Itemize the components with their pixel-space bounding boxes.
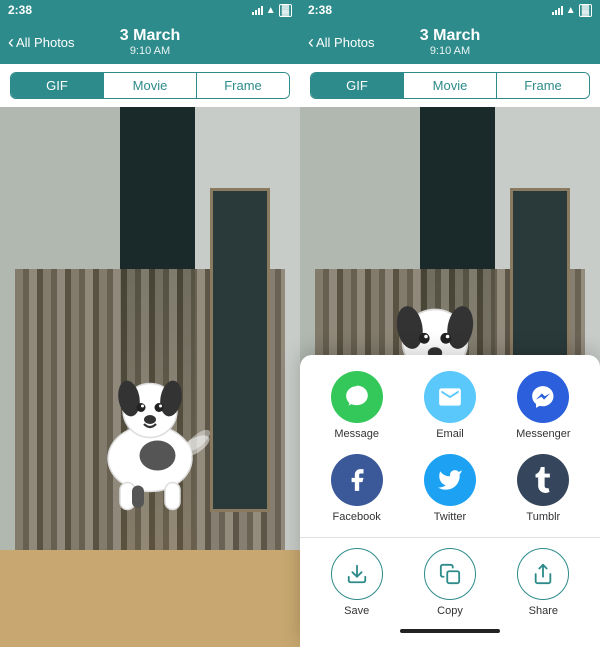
save-label: Save xyxy=(344,605,369,617)
twitter-icon xyxy=(424,454,476,506)
wifi-icon: ▲ xyxy=(266,5,276,16)
left-nav-bar: ‹ All Photos 3 March 9:10 AM xyxy=(0,20,300,64)
share-sheet: Message Email Messenger xyxy=(300,355,600,647)
email-icon xyxy=(424,371,476,423)
right-back-label: All Photos xyxy=(316,35,375,50)
twitter-label: Twitter xyxy=(434,511,466,523)
message-share-item[interactable]: Message xyxy=(319,371,394,440)
right-panel: 2:38 ▲ ▓ ‹ All Photos 3 March 9:10 AM GI… xyxy=(300,0,600,647)
message-label: Message xyxy=(334,428,379,440)
home-indicator xyxy=(400,629,500,633)
right-gif-tab[interactable]: GIF xyxy=(311,73,404,98)
left-frame-tab[interactable]: Frame xyxy=(197,73,289,98)
left-panel: 2:38 ▲ ▓ ‹ All Photos 3 March 9:10 AM GI… xyxy=(0,0,300,647)
left-status-bar: 2:38 ▲ ▓ xyxy=(0,0,300,20)
share-label: Share xyxy=(529,605,558,617)
tumblr-label: Tumblr xyxy=(526,511,560,523)
battery-icon: ▓ xyxy=(279,4,292,17)
left-segment-control: GIF Movie Frame xyxy=(10,72,290,99)
right-subtitle: 9:10 AM xyxy=(420,45,480,57)
right-wifi-icon: ▲ xyxy=(566,5,576,16)
left-back-button[interactable]: ‹ All Photos xyxy=(8,33,75,51)
share-actions-row: Save Copy S xyxy=(300,548,600,625)
left-title: 3 March xyxy=(120,27,180,45)
right-back-button[interactable]: ‹ All Photos xyxy=(308,33,375,51)
save-action-item[interactable]: Save xyxy=(319,548,394,617)
tumblr-share-item[interactable]: Tumblr xyxy=(506,454,581,523)
facebook-share-item[interactable]: Facebook xyxy=(319,454,394,523)
back-chevron-icon: ‹ xyxy=(8,33,14,51)
right-nav-bar: ‹ All Photos 3 March 9:10 AM xyxy=(300,20,600,64)
facebook-icon xyxy=(331,454,383,506)
right-movie-tab[interactable]: Movie xyxy=(404,73,497,98)
right-time: 2:38 xyxy=(308,3,332,17)
right-frame-tab[interactable]: Frame xyxy=(497,73,589,98)
left-nav-title: 3 March 9:10 AM xyxy=(120,27,180,57)
left-gif-tab[interactable]: GIF xyxy=(11,73,104,98)
save-icon xyxy=(331,548,383,600)
left-photo xyxy=(0,107,300,647)
copy-icon xyxy=(424,548,476,600)
right-status-bar: 2:38 ▲ ▓ xyxy=(300,0,600,20)
facebook-label: Facebook xyxy=(333,511,381,523)
share-icon xyxy=(517,548,569,600)
right-segment-control: GIF Movie Frame xyxy=(310,72,590,99)
share-row-1: Message Email Messenger xyxy=(300,371,600,440)
copy-label: Copy xyxy=(437,605,463,617)
right-title: 3 March xyxy=(420,27,480,45)
email-share-item[interactable]: Email xyxy=(412,371,487,440)
share-action-item[interactable]: Share xyxy=(506,548,581,617)
messenger-share-item[interactable]: Messenger xyxy=(506,371,581,440)
email-label: Email xyxy=(436,428,464,440)
left-time: 2:38 xyxy=(8,3,32,17)
dog-image xyxy=(75,280,225,577)
messenger-label: Messenger xyxy=(516,428,570,440)
right-signal-icon xyxy=(552,6,563,15)
signal-icon xyxy=(252,6,263,15)
twitter-share-item[interactable]: Twitter xyxy=(412,454,487,523)
copy-action-item[interactable]: Copy xyxy=(412,548,487,617)
share-row-2: Facebook Twitter Tumblr xyxy=(300,454,600,523)
right-battery-icon: ▓ xyxy=(579,4,592,17)
right-nav-title: 3 March 9:10 AM xyxy=(420,27,480,57)
left-movie-tab[interactable]: Movie xyxy=(104,73,197,98)
share-divider xyxy=(300,537,600,538)
left-photo-bg xyxy=(0,107,300,647)
left-status-icons: ▲ ▓ xyxy=(252,4,292,17)
right-status-icons: ▲ ▓ xyxy=(552,4,592,17)
message-icon xyxy=(331,371,383,423)
messenger-icon xyxy=(517,371,569,423)
left-subtitle: 9:10 AM xyxy=(120,45,180,57)
tumblr-icon xyxy=(517,454,569,506)
right-back-chevron-icon: ‹ xyxy=(308,33,314,51)
left-back-label: All Photos xyxy=(16,35,75,50)
